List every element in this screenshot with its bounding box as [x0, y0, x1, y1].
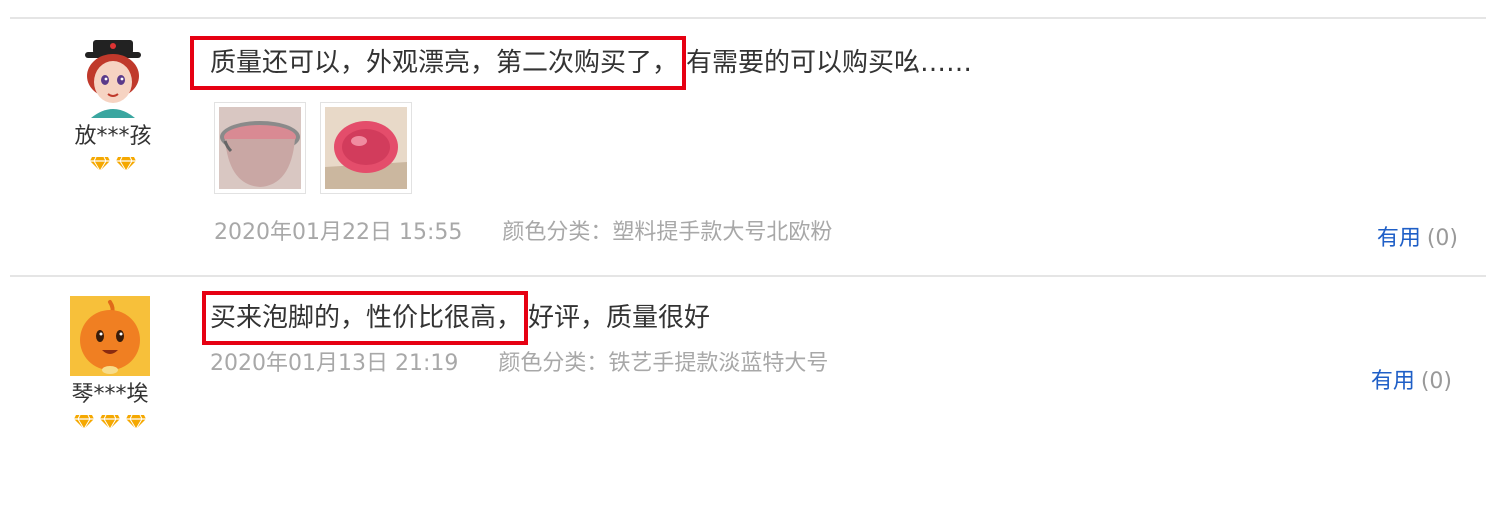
review-item: 放***孩 质量还可以，外观漂亮，第二次购买了， 有需要的可以购买吆…… 202…	[0, 20, 1500, 275]
pink-bucket-photo-icon	[325, 107, 407, 189]
divider	[10, 275, 1486, 277]
avatar[interactable]	[70, 296, 150, 376]
review-comment: 买来泡脚的，性价比很高， 好评，质量很好	[190, 291, 1480, 347]
review-comment: 质量还可以，外观漂亮，第二次购买了， 有需要的可以购买吆……	[190, 36, 1480, 92]
diamond-gem-icon	[125, 414, 147, 430]
username: 放***孩	[74, 124, 152, 149]
review-image-thumbnail[interactable]	[320, 102, 412, 194]
user-level-gems	[55, 414, 165, 432]
review-meta: 2020年01月22日 15:55 颜色分类：塑料提手款大号北欧粉	[214, 218, 1480, 248]
useful-vote[interactable]: 有用 (0)	[1377, 220, 1458, 252]
useful-count: (0)	[1426, 226, 1458, 251]
useful-vote[interactable]: 有用 (0)	[1371, 363, 1452, 395]
diamond-gem-icon	[89, 156, 111, 172]
pink-bucket-photo-icon	[219, 107, 301, 189]
review-date: 2020年01月22日 15:55	[214, 220, 463, 245]
divider	[10, 17, 1486, 19]
review-date: 2020年01月13日 21:19	[210, 351, 459, 376]
reviewer-info: 琴***埃	[55, 296, 165, 432]
review-list: 放***孩 质量还可以，外观漂亮，第二次购买了， 有需要的可以购买吆…… 202…	[0, 0, 1500, 513]
diamond-gem-icon	[99, 414, 121, 430]
comment-text: 有需要的可以购买吆……	[686, 48, 973, 78]
useful-button[interactable]: 有用	[1377, 226, 1421, 251]
highlighted-comment: 买来泡脚的，性价比很高，	[202, 291, 529, 345]
useful-button[interactable]: 有用	[1371, 369, 1415, 394]
reviewer-info: 放***孩	[58, 38, 168, 174]
product-spec: 颜色分类：塑料提手款大号北欧粉	[502, 220, 833, 245]
review-image-thumbnail[interactable]	[214, 102, 306, 194]
useful-count: (0)	[1420, 369, 1452, 394]
user-level-gems	[58, 156, 168, 174]
review-item: 琴***埃 买来泡脚的，性价比很高， 好评，质量很好 2020年01月13日 21…	[0, 278, 1500, 478]
review-content: 质量还可以，外观漂亮，第二次购买了， 有需要的可以购买吆…… 2020年01月2…	[190, 36, 1480, 248]
avatar[interactable]	[73, 38, 153, 118]
review-images	[214, 102, 1480, 194]
comment-text: 好评，质量很好	[528, 303, 711, 333]
highlighted-comment: 质量还可以，外观漂亮，第二次购买了，	[190, 36, 687, 90]
product-spec: 颜色分类：铁艺手提款淡蓝特大号	[498, 351, 829, 376]
review-meta: 2020年01月13日 21:19 颜色分类：铁艺手提款淡蓝特大号	[210, 349, 1480, 379]
diamond-gem-icon	[73, 414, 95, 430]
review-content: 买来泡脚的，性价比很高， 好评，质量很好 2020年01月13日 21:19 颜色分…	[190, 291, 1480, 379]
orange-mascot-avatar-icon	[70, 296, 150, 376]
cartoon-girl-avatar-icon	[73, 38, 153, 118]
username: 琴***埃	[71, 382, 149, 407]
diamond-gem-icon	[115, 156, 137, 172]
